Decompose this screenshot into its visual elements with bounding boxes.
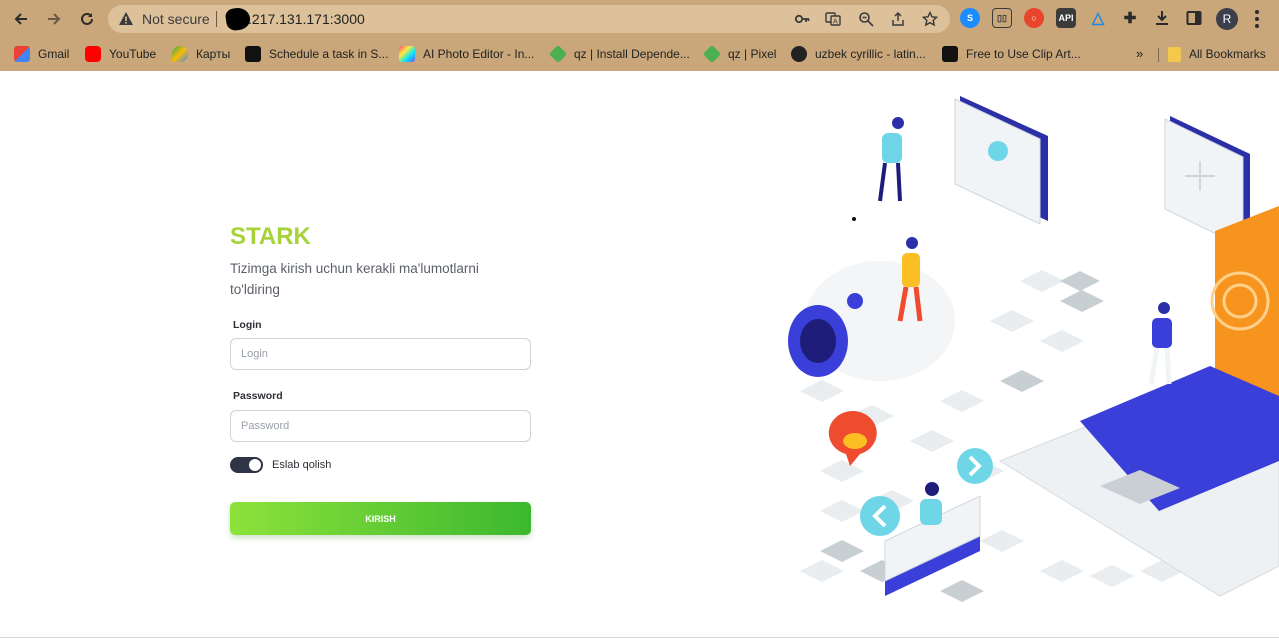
translate-icon[interactable]: A bbox=[825, 11, 841, 27]
triangle-icon[interactable]: △ bbox=[1088, 8, 1108, 28]
laptop bbox=[998, 366, 1279, 597]
globe-icon bbox=[791, 46, 807, 62]
chat-bubble-icon bbox=[828, 411, 877, 466]
svg-text:A: A bbox=[833, 19, 838, 26]
photo-editor-icon bbox=[399, 46, 415, 62]
bookmark-ai-photo-editor[interactable]: AI Photo Editor - In... bbox=[399, 45, 534, 63]
bookmark-label: uzbek cyrillic - latin... bbox=[815, 47, 926, 61]
person-blue bbox=[1148, 302, 1172, 385]
menu-kebab-icon[interactable] bbox=[1250, 9, 1264, 29]
bookmark-qz-install[interactable]: qz | Install Depende... bbox=[548, 44, 690, 64]
browser-toolbar: Not secure .217.131.171:3000 A S ▯▯ ○ AP… bbox=[0, 0, 1279, 38]
login-label: Login bbox=[233, 319, 262, 331]
all-bookmarks-label: All Bookmarks bbox=[1189, 47, 1266, 61]
bookmark-gmail[interactable]: Gmail bbox=[14, 45, 69, 63]
bookmark-label: Карты bbox=[196, 47, 231, 61]
bookmark-label: Schedule a task in S... bbox=[269, 47, 389, 61]
password-input[interactable] bbox=[230, 410, 531, 442]
browser-chrome: Not secure .217.131.171:3000 A S ▯▯ ○ AP… bbox=[0, 0, 1279, 71]
bookmarks-divider bbox=[1158, 48, 1159, 62]
login-input[interactable] bbox=[230, 338, 531, 370]
bookmarks-bar: Gmail YouTube Карты Schedule a task in S… bbox=[0, 40, 1279, 68]
youtube-icon bbox=[85, 46, 101, 62]
bookmark-label: YouTube bbox=[109, 47, 157, 61]
dot-mark bbox=[852, 217, 856, 221]
remember-me-toggle[interactable] bbox=[230, 457, 263, 473]
reload-icon[interactable] bbox=[74, 7, 100, 31]
bookmark-clip-art[interactable]: Free to Use Clip Art... bbox=[942, 45, 1081, 63]
hero-illustration bbox=[788, 96, 1279, 602]
bookmark-youtube[interactable]: YouTube bbox=[85, 45, 156, 63]
download-icon[interactable] bbox=[1152, 8, 1172, 28]
extensions-puzzle-icon[interactable]: ✚ bbox=[1120, 8, 1140, 28]
shazam-icon[interactable]: S bbox=[960, 8, 980, 28]
bookmark-schedule-task[interactable]: Schedule a task in S... bbox=[245, 45, 388, 63]
arrow-right-bubble bbox=[957, 448, 993, 484]
arrow-left-bubble bbox=[860, 496, 900, 536]
remember-me-label[interactable]: Eslab qolish bbox=[272, 459, 331, 471]
url-text[interactable]: .217.131.171:3000 bbox=[248, 11, 365, 27]
qz-icon bbox=[548, 44, 568, 64]
address-bar[interactable]: Not secure .217.131.171:3000 A bbox=[108, 5, 950, 33]
bookmark-star-icon[interactable] bbox=[922, 11, 938, 27]
bookmark-label: Gmail bbox=[38, 47, 70, 61]
login-subtitle: Tizimga kirish uchun kerakli ma'lumotlar… bbox=[230, 261, 479, 297]
qz-icon bbox=[702, 44, 722, 64]
forward-icon[interactable] bbox=[41, 7, 67, 31]
security-label[interactable]: Not secure bbox=[142, 11, 210, 27]
key-icon[interactable] bbox=[794, 11, 810, 27]
api-icon[interactable]: API bbox=[1056, 8, 1076, 28]
toggle-knob bbox=[249, 459, 261, 471]
record-icon[interactable]: ○ bbox=[1024, 8, 1044, 28]
person-top bbox=[878, 117, 904, 202]
brand-title: STARK bbox=[230, 223, 311, 250]
bookmark-label: qz | Install Depende... bbox=[574, 47, 690, 61]
share-icon[interactable] bbox=[890, 11, 906, 27]
bookmark-label: qz | Pixel bbox=[728, 47, 777, 61]
bookmark-maps[interactable]: Карты bbox=[172, 45, 230, 63]
omnibox-divider bbox=[216, 11, 217, 27]
login-page: STARK Tizimga kirish uchun kerakli ma'lu… bbox=[0, 71, 1279, 638]
bookmarks-overflow-button[interactable]: » bbox=[1136, 46, 1143, 61]
bookmark-label: AI Photo Editor - In... bbox=[423, 47, 535, 61]
screen-panel-left bbox=[954, 96, 1048, 225]
side-panel-icon[interactable] bbox=[1184, 8, 1204, 28]
password-label: Password bbox=[233, 390, 283, 402]
profile-avatar[interactable]: R bbox=[1216, 8, 1238, 30]
zoom-out-icon[interactable] bbox=[858, 11, 874, 27]
reader-icon[interactable]: ▯▯ bbox=[992, 8, 1012, 28]
back-icon[interactable] bbox=[8, 7, 34, 31]
all-bookmarks-button[interactable]: All Bookmarks bbox=[1168, 45, 1266, 63]
warning-icon[interactable] bbox=[118, 11, 134, 27]
camera-device bbox=[788, 261, 955, 381]
maps-icon bbox=[172, 46, 188, 62]
clipart-icon bbox=[942, 46, 958, 62]
bookmark-uzbek-cyrillic[interactable]: uzbek cyrillic - latin... bbox=[791, 45, 926, 63]
gmail-icon bbox=[14, 46, 30, 62]
person-sitting bbox=[920, 482, 942, 525]
bookmark-qz-pixel[interactable]: qz | Pixel bbox=[702, 44, 777, 64]
bookmark-label: Free to Use Clip Art... bbox=[966, 47, 1081, 61]
login-submit-button[interactable]: KIRISH bbox=[230, 502, 531, 535]
medium-icon bbox=[245, 46, 261, 62]
folder-icon bbox=[1168, 46, 1181, 62]
